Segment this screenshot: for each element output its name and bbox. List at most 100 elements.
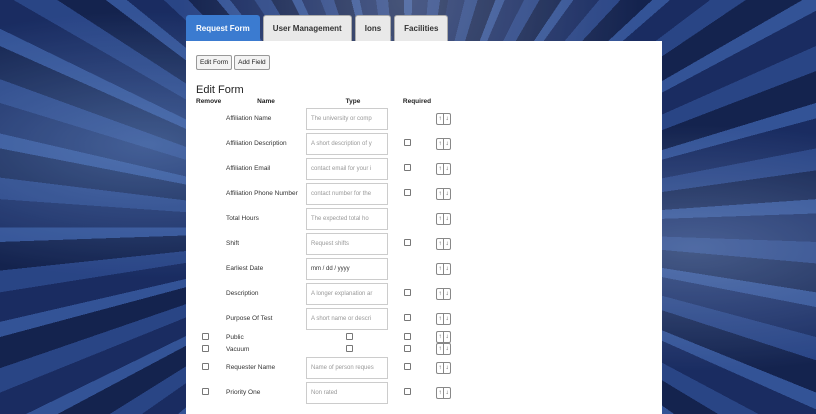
required-checkbox[interactable] (404, 314, 411, 321)
tab-request-form[interactable]: Request Form (186, 15, 260, 41)
table-row: Affiliation Email contact email for your … (196, 156, 456, 181)
order-cell: ↑ ↓ (436, 231, 456, 256)
table-row: Description A longer explanation ar ↑ ↓ (196, 281, 456, 306)
reorder-buttons: ↑ ↓ (436, 187, 451, 200)
type-input-preview[interactable]: The university or comp (306, 107, 388, 130)
move-down-icon[interactable]: ↓ (443, 362, 450, 373)
reorder-buttons: ↑ ↓ (436, 287, 451, 300)
reorder-buttons: ↑ ↓ (436, 343, 451, 355)
move-down-icon[interactable]: ↓ (443, 163, 450, 174)
type-input-preview[interactable]: Name of person reques (306, 356, 388, 379)
remove-checkbox[interactable] (202, 332, 209, 340)
table-row: Earliest Date mm / dd / yyyy ↑ ↓ (196, 256, 456, 281)
reorder-buttons: ↑ ↓ (436, 162, 451, 175)
field-name: Public (226, 333, 244, 341)
form-title: Edit Form (196, 84, 244, 96)
table-row: Public ↑ ↓ (196, 331, 456, 343)
field-name: Purpose Of Test (226, 315, 273, 322)
field-name: Affiliation Phone Number (226, 190, 298, 197)
column-type: Type (345, 98, 361, 105)
move-down-icon[interactable]: ↓ (443, 238, 450, 249)
required-checkbox[interactable] (404, 189, 411, 196)
field-name: Affiliation Email (226, 165, 271, 172)
order-cell: ↑ ↓ (436, 206, 456, 231)
field-name: Requester Name (226, 364, 276, 371)
required-cell (398, 181, 436, 206)
move-down-icon[interactable]: ↓ (443, 188, 450, 199)
reorder-buttons: ↑ ↓ (436, 137, 451, 150)
required-checkbox[interactable] (404, 344, 411, 352)
required-cell (398, 131, 436, 156)
required-checkbox[interactable] (404, 388, 411, 395)
form-toolbar: Edit Form Add Field (196, 55, 652, 70)
reorder-buttons: ↑ ↓ (436, 361, 451, 374)
remove-cell (196, 306, 224, 331)
move-down-icon[interactable]: ↓ (443, 113, 450, 124)
remove-checkbox[interactable] (202, 363, 209, 370)
required-checkbox[interactable] (404, 289, 411, 296)
required-checkbox[interactable] (404, 239, 411, 246)
edit-form-button[interactable]: Edit Form (196, 55, 233, 70)
required-checkbox[interactable] (404, 332, 411, 340)
remove-cell (196, 131, 224, 156)
order-cell: ↑ ↓ (436, 331, 456, 343)
table-row: Vacuum ↑ ↓ (196, 343, 456, 355)
required-checkbox[interactable] (404, 139, 411, 146)
field-name: Total Hours (226, 215, 259, 222)
type-input-preview[interactable]: contact email for your i (306, 157, 388, 180)
column-remove: Remove (196, 98, 222, 105)
move-down-icon[interactable]: ↓ (443, 313, 450, 324)
type-cell (308, 331, 398, 343)
reorder-buttons: ↑ ↓ (436, 331, 451, 343)
fields-rows: Affiliation Name The university or comp ↑ ↓… (196, 106, 456, 405)
field-name: Affiliation Name (226, 115, 272, 122)
order-cell: ↑ ↓ (436, 343, 456, 355)
move-down-icon[interactable]: ↓ (443, 387, 450, 398)
type-input-preview[interactable]: Non rated (306, 381, 388, 404)
order-cell: ↑ ↓ (436, 156, 456, 181)
field-name: Earliest Date (226, 265, 264, 272)
remove-checkbox[interactable] (202, 344, 209, 352)
required-cell (398, 156, 436, 181)
main-tabs: Request Form User Management Ions Facili… (186, 15, 449, 41)
required-checkbox[interactable] (404, 164, 411, 171)
move-down-icon[interactable]: ↓ (443, 263, 450, 274)
order-cell: ↑ ↓ (436, 380, 456, 405)
required-cell (398, 281, 436, 306)
order-cell: ↑ ↓ (436, 281, 456, 306)
type-cell: Request shifts (306, 231, 398, 256)
required-cell (398, 106, 436, 131)
tab-facilities[interactable]: Facilities (394, 15, 449, 41)
required-checkbox[interactable] (404, 363, 411, 370)
type-checkbox-preview[interactable] (346, 344, 353, 352)
add-field-button[interactable]: Add Field (234, 55, 270, 70)
type-cell: The university or comp (306, 106, 398, 131)
move-down-icon[interactable]: ↓ (443, 213, 450, 224)
type-input-preview[interactable]: mm / dd / yyyy (306, 257, 388, 280)
type-cell: mm / dd / yyyy (306, 256, 398, 281)
type-input-preview[interactable]: A short description of y (306, 132, 388, 155)
move-down-icon[interactable]: ↓ (443, 138, 450, 149)
tab-ions[interactable]: Ions (354, 15, 392, 41)
order-cell: ↑ ↓ (436, 306, 456, 331)
column-name: Name (257, 98, 275, 105)
type-checkbox-preview[interactable] (346, 332, 353, 340)
required-cell (398, 206, 436, 231)
field-name: Description (226, 290, 259, 297)
type-input-preview[interactable]: Request shifts (306, 232, 388, 255)
table-row: Requester Name Name of person reques ↑ ↓ (196, 355, 456, 380)
remove-cell (196, 156, 224, 181)
reorder-buttons: ↑ ↓ (436, 112, 451, 125)
move-down-icon[interactable]: ↓ (443, 344, 450, 354)
type-input-preview[interactable]: A short name or descri (306, 307, 388, 330)
move-down-icon[interactable]: ↓ (443, 288, 450, 299)
table-row: Priority One Non rated ↑ ↓ (196, 380, 456, 405)
content-panel: Edit Form Add Field Edit Form Remove Nam… (186, 41, 662, 414)
move-down-icon[interactable]: ↓ (443, 332, 450, 342)
tab-user-management[interactable]: User Management (262, 15, 352, 41)
remove-checkbox[interactable] (202, 388, 209, 395)
type-input-preview[interactable]: contact number for the (306, 182, 388, 205)
remove-cell (196, 281, 224, 306)
type-input-preview[interactable]: A longer explanation ar (306, 282, 388, 305)
type-input-preview[interactable]: The expected total ho (306, 207, 388, 230)
